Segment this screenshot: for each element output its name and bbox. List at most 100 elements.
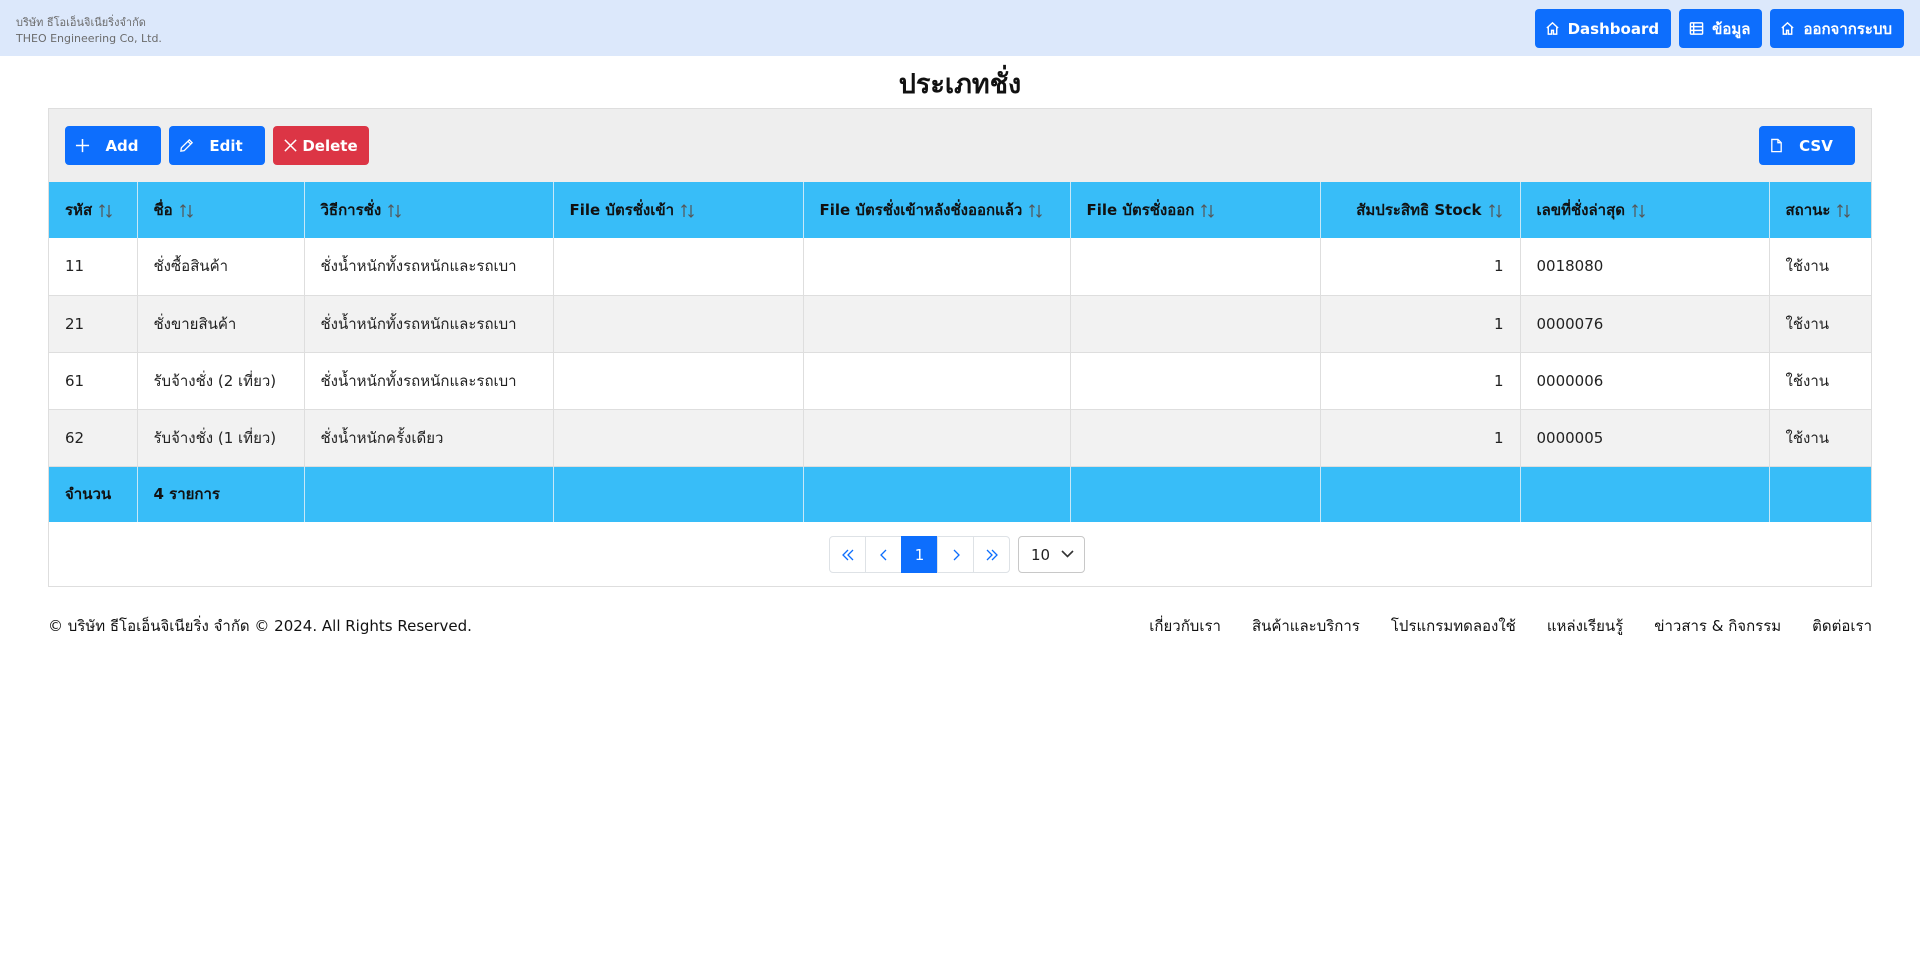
csv-export-button[interactable]: CSV	[1759, 126, 1855, 165]
footer-links: เกี่ยวกับเรา สินค้าและบริการ โปรแกรมทดลองใ…	[1149, 614, 1872, 638]
page-title: ประเภทชั่ง	[898, 69, 1022, 100]
top-navbar: บริษัท ธีโอเอ็นจิเนียริ่งจำกัด THEO Engi…	[0, 0, 1920, 56]
column-header-stock-coefficient[interactable]: สัมประสิทธิ Stock	[1320, 182, 1521, 238]
company-name-english: THEO Engineering Co, Ltd.	[16, 32, 162, 45]
last-page-button[interactable]	[973, 536, 1010, 573]
table-cell-method: ชั่งน้ำหนักทั้งรถหนักและรถเบา	[304, 238, 554, 296]
table-cell-file-in	[553, 409, 804, 467]
column-header-last-weigh-no[interactable]: เลขที่ชั่งล่าสุด	[1520, 182, 1770, 238]
column-header-status[interactable]: สถานะ	[1769, 182, 1871, 238]
table-cell-file-out	[1070, 295, 1321, 353]
double-chevron-left-icon	[841, 549, 853, 560]
table-cell-file-out	[1070, 352, 1321, 410]
table-cell-name: รับจ้างชั่ง (2 เที่ยว)	[137, 352, 305, 410]
delete-button-label: Delete	[302, 136, 358, 155]
delete-button[interactable]: Delete	[273, 126, 369, 165]
edit-button[interactable]: Edit	[169, 126, 265, 165]
table-cell-file-in-after-out	[803, 295, 1071, 353]
add-button[interactable]: Add	[65, 126, 161, 165]
sort-icon	[1488, 203, 1502, 218]
table-cell-method: ชั่งน้ำหนักทั้งรถหนักและรถเบา	[304, 352, 554, 410]
table-cell-last-weigh-no: 0000005	[1520, 409, 1770, 467]
column-header-code[interactable]: รหัส	[49, 182, 138, 238]
table-row[interactable]: 61 รับจ้างชั่ง (2 เที่ยว) ชั่งน้ำหนักทั้งร…	[49, 352, 1871, 410]
pagination: 1 10	[829, 536, 1085, 573]
chevron-down-icon	[1061, 550, 1074, 558]
table-cell-status: ใช้งาน	[1769, 409, 1871, 467]
footer-link[interactable]: ข่าวสาร & กิจกรรม	[1654, 614, 1781, 638]
column-header-label: วิธีการชั่ง	[320, 201, 382, 219]
table-row[interactable]: 62 รับจ้างชั่ง (1 เที่ยว) ชั่งน้ำหนักครั้ง…	[49, 409, 1871, 467]
table-cell-file-in-after-out	[803, 352, 1071, 410]
data-menu-button[interactable]: ข้อมูล	[1679, 9, 1763, 48]
sort-icon	[1201, 203, 1215, 218]
list-icon	[1689, 22, 1704, 35]
logout-button[interactable]: ออกจากระบบ	[1770, 9, 1904, 48]
table-cell-status: ใช้งาน	[1769, 295, 1871, 353]
double-chevron-right-icon	[986, 549, 998, 560]
table-cell-file-in	[553, 238, 804, 296]
table-body: 11 ชั่งซื้อสินค้า ชั่งน้ำหนักทั้งรถหนักและ…	[49, 238, 1871, 467]
page-size-select[interactable]: 10	[1018, 536, 1085, 573]
first-page-button[interactable]	[829, 536, 866, 573]
column-header-label: สถานะ	[1785, 201, 1831, 219]
footer-count-label: จำนวน	[49, 466, 138, 522]
next-page-button[interactable]	[937, 536, 974, 573]
weighing-types-table: รหัส ชื่อ วิธีการชั่ง File บัตรชั่งเข้า File…	[49, 182, 1871, 522]
sort-icon	[1632, 203, 1645, 218]
column-header-file-in-after-out[interactable]: File บัตรชั่งเข้าหลังชั่งออกแล้ว	[803, 182, 1071, 238]
footer-link[interactable]: ติดต่อเรา	[1812, 614, 1872, 638]
table-cell-name: รับจ้างชั่ง (1 เที่ยว)	[137, 409, 305, 467]
column-header-label: File บัตรชั่งเข้า	[569, 201, 675, 219]
column-header-label: File บัตรชั่งออก	[1086, 201, 1195, 219]
table-cell-file-in-after-out	[803, 238, 1071, 296]
table-cell-code: 11	[49, 238, 138, 296]
footer-link[interactable]: โปรแกรมทดลองใช้	[1391, 614, 1516, 638]
home-icon	[1781, 21, 1795, 35]
table-toolbar: Add Edit Delete CSV	[49, 109, 1871, 182]
table-cell-code: 21	[49, 295, 138, 353]
table-cell-last-weigh-no: 0000006	[1520, 352, 1770, 410]
brand: บริษัท ธีโอเอ็นจิเนียริ่งจำกัด THEO Engi…	[16, 15, 162, 47]
column-header-label: เลขที่ชั่งล่าสุด	[1536, 201, 1625, 219]
column-header-label: รหัส	[65, 201, 93, 219]
footer-link[interactable]: สินค้าและบริการ	[1252, 614, 1360, 638]
table-cell-status: ใช้งาน	[1769, 352, 1871, 410]
dashboard-button[interactable]: Dashboard	[1534, 9, 1672, 48]
table-cell-file-out	[1070, 409, 1321, 467]
table-cell-file-out	[1070, 238, 1321, 296]
table-cell-code: 61	[49, 352, 138, 410]
logout-button-label: ออกจากระบบ	[1803, 19, 1892, 38]
table-row[interactable]: 21 ชั่งขายสินค้า ชั่งน้ำหนักทั้งรถหนักและร…	[49, 295, 1871, 353]
table-cell-name: ชั่งซื้อสินค้า	[137, 238, 305, 296]
copyright-text: © บริษัท ธีโอเอ็นจิเนียริ่ง จำกัด © 2024…	[48, 617, 472, 635]
footer-link[interactable]: เกี่ยวกับเรา	[1149, 614, 1221, 638]
table-cell-last-weigh-no: 0000076	[1520, 295, 1770, 353]
data-table-panel: Add Edit Delete CSV รหัส ชื่อ วิธีการชั่ง F…	[48, 108, 1872, 587]
table-cell-method: ชั่งน้ำหนักครั้งเดียว	[304, 409, 554, 467]
page-button-current[interactable]: 1	[901, 536, 938, 573]
sort-icon	[179, 203, 193, 218]
home-icon	[1546, 21, 1559, 35]
column-header-file-out[interactable]: File บัตรชั่งออก	[1070, 182, 1321, 238]
footer-link[interactable]: แหล่งเรียนรู้	[1547, 614, 1623, 638]
page-size-value: 10	[1031, 545, 1051, 564]
table-cell-file-in	[553, 295, 804, 353]
table-cell-file-in	[553, 352, 804, 410]
table-cell-name: ชั่งขายสินค้า	[137, 295, 305, 353]
column-header-name[interactable]: ชื่อ	[137, 182, 305, 238]
table-header: รหัส ชื่อ วิธีการชั่ง File บัตรชั่งเข้า File…	[49, 182, 1871, 238]
column-header-file-in[interactable]: File บัตรชั่งเข้า	[553, 182, 804, 238]
table-cell-last-weigh-no: 0018080	[1520, 238, 1770, 296]
table-cell-file-in-after-out	[803, 409, 1071, 467]
company-name-thai: บริษัท ธีโอเอ็นจิเนียริ่งจำกัด	[16, 16, 146, 29]
previous-page-button[interactable]	[865, 536, 902, 573]
csv-export-button-label: CSV	[1799, 136, 1833, 155]
sort-icon	[1029, 203, 1043, 218]
table-footer: จำนวน 4 รายการ	[49, 466, 1871, 522]
top-nav-buttons: Dashboard ข้อมูล ออกจากระบบ	[1534, 9, 1904, 48]
sort-icon	[99, 203, 113, 218]
table-cell-status: ใช้งาน	[1769, 238, 1871, 296]
column-header-method[interactable]: วิธีการชั่ง	[304, 182, 554, 238]
table-row[interactable]: 11 ชั่งซื้อสินค้า ชั่งน้ำหนักทั้งรถหนักและ…	[49, 238, 1871, 296]
